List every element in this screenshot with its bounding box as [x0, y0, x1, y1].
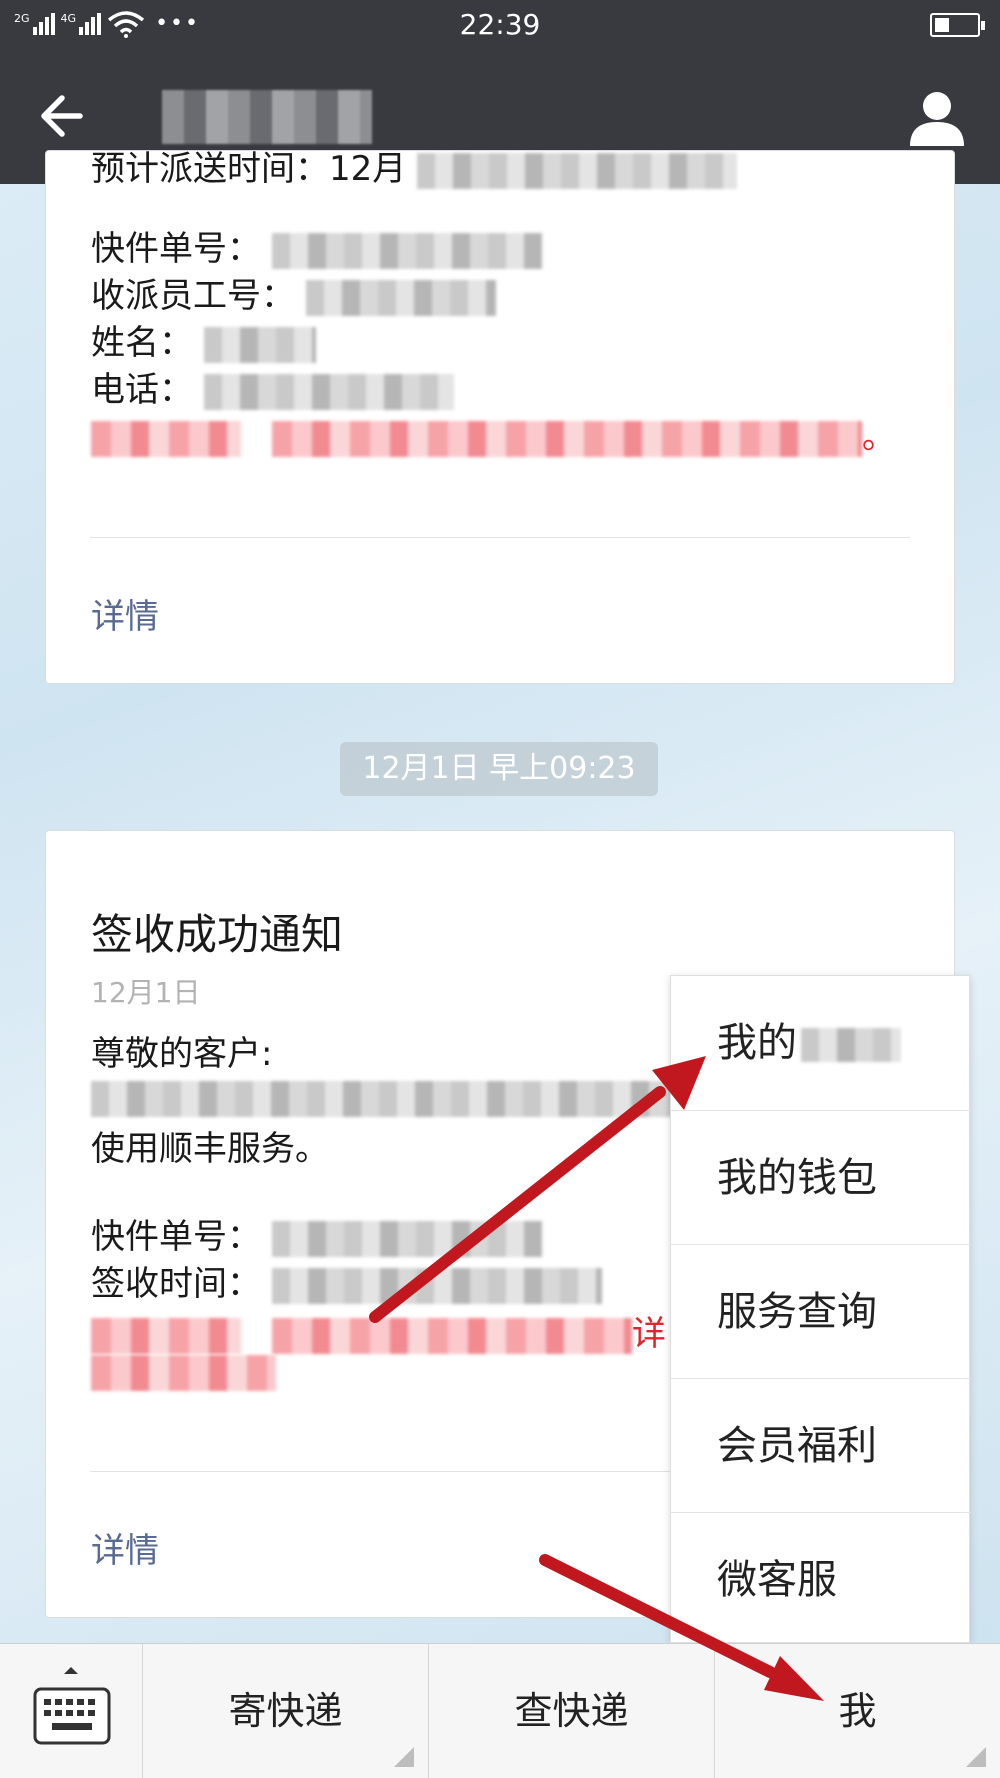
battery-icon — [930, 13, 985, 37]
menu-item-service-query[interactable]: 服务查询 — [671, 1244, 971, 1378]
menu-item-label: 微客服 — [717, 1557, 837, 1603]
details-link[interactable]: 详情 — [91, 589, 159, 638]
details-link[interactable]: 详情 — [91, 1523, 159, 1572]
status-time: 22:39 — [459, 8, 541, 41]
menu-track-express[interactable]: 查快递 — [429, 1644, 715, 1778]
partial-line-text: 预计派送时间：12月 — [91, 150, 407, 189]
menu-item-label: 我的 — [717, 1020, 797, 1066]
menu-item-label: 我的钱包 — [717, 1155, 877, 1201]
redacted-line — [91, 1077, 691, 1117]
field-row: 姓名： — [91, 315, 316, 364]
card-divider — [90, 537, 910, 538]
card-date: 12月1日 — [91, 976, 201, 1009]
field-label: 签收时间： — [91, 1264, 261, 1304]
menu-send-express[interactable]: 寄快递 — [143, 1644, 429, 1778]
field-label: 收派员工号： — [91, 276, 295, 316]
menu-label: 我 — [838, 1689, 877, 1733]
redacted-value — [91, 1354, 276, 1391]
redacted-value — [271, 420, 862, 457]
field-row: 快件单号： — [91, 1209, 542, 1258]
field-label: 快件单号： — [91, 229, 261, 269]
battery-level — [935, 18, 949, 32]
service-line: 使用顺丰服务。 — [91, 1129, 329, 1169]
red-notice-line: 详 — [91, 1306, 666, 1355]
arrow-left-icon[interactable] — [36, 86, 96, 146]
greeting: 尊敬的客户: — [91, 1034, 273, 1074]
redacted-value — [417, 152, 738, 189]
field-row: 收派员工号： — [91, 268, 496, 317]
redacted-value — [91, 420, 241, 457]
redacted-value — [271, 232, 542, 269]
menu-me[interactable]: 我 — [715, 1644, 1000, 1778]
field-row: 快件单号： — [91, 221, 542, 270]
person-icon[interactable] — [906, 86, 968, 148]
red-notice-line: 。 — [91, 409, 896, 458]
message-card-1: 预计派送时间：12月 快件单号： 收派员工号： 姓名： 电话： 。 详情 — [45, 150, 955, 684]
redacted-value — [91, 1080, 691, 1117]
card-title: 签收成功通知 — [91, 910, 344, 959]
menu-label: 寄快递 — [228, 1689, 343, 1733]
red-notice-line-2 — [91, 1351, 276, 1391]
menu-item-member-benefits[interactable]: 会员福利 — [671, 1378, 971, 1512]
red-tail-text: 详 — [631, 1314, 666, 1354]
popup-menu: 我的 我的钱包 服务查询 会员福利 微客服 — [670, 975, 971, 1646]
message-timestamp: 12月1日 早上09:23 — [340, 742, 658, 796]
menu-item-label: 会员福利 — [717, 1423, 877, 1469]
bottom-menu-bar: 寄快递 查快递 我 — [0, 1643, 1000, 1778]
field-label: 电话： — [91, 370, 193, 410]
field-label: 姓名： — [91, 323, 193, 363]
field-label: 快件单号： — [91, 1217, 261, 1257]
submenu-indicator-icon — [394, 1747, 414, 1767]
field-row: 电话： — [91, 362, 454, 411]
partial-delivery-time: 预计派送时间：12月 — [91, 150, 738, 190]
submenu-indicator-icon — [966, 1747, 986, 1767]
keyboard-icon — [33, 1667, 111, 1745]
field-row: 签收时间： — [91, 1256, 602, 1305]
redacted-value — [801, 1028, 901, 1062]
redacted-value — [271, 1220, 542, 1257]
status-bar: 2G 4G ••• 22:39 — [0, 0, 1000, 50]
redacted-value — [271, 1267, 602, 1304]
chat-title-redacted — [162, 90, 372, 144]
redacted-value — [203, 326, 316, 363]
menu-label: 查快递 — [514, 1689, 629, 1733]
redacted-value — [91, 1317, 241, 1354]
menu-item-label: 服务查询 — [717, 1289, 877, 1335]
menu-item-wallet[interactable]: 我的钱包 — [671, 1110, 971, 1244]
menu-item-my-account[interactable]: 我的 — [671, 976, 971, 1110]
redacted-value — [271, 1317, 632, 1354]
redacted-value — [203, 373, 454, 410]
redacted-value — [305, 279, 496, 316]
menu-item-customer-service[interactable]: 微客服 — [671, 1512, 971, 1646]
keyboard-toggle-button[interactable] — [0, 1644, 143, 1778]
red-tail-text: 。 — [861, 417, 896, 457]
